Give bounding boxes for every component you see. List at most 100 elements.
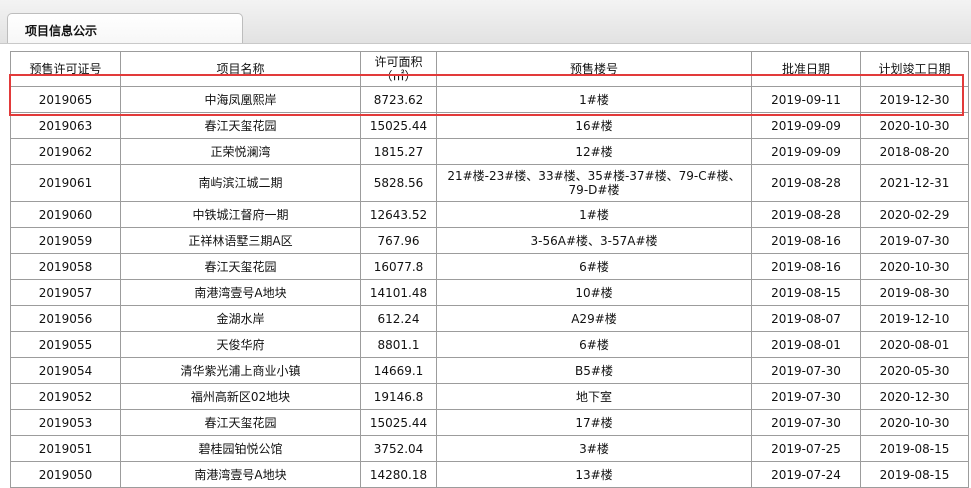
cell-project-name[interactable]: 碧桂园铂悦公馆 <box>120 435 361 462</box>
cell-area: 1815.27 <box>360 138 437 165</box>
cell-permit-no: 2019065 <box>10 86 121 113</box>
cell-buildings: 6#楼 <box>436 253 752 280</box>
cell-completion-date: 2019-12-10 <box>860 305 969 332</box>
table-row[interactable]: 2019056 金湖水岸 612.24 A29#楼 2019-08-07 201… <box>10 305 969 332</box>
table-row[interactable]: 2019057 南港湾壹号A地块 14101.48 10#楼 2019-08-1… <box>10 279 969 306</box>
header-area[interactable]: 许可面积 （㎡） <box>360 51 437 87</box>
cell-permit-no: 2019054 <box>10 357 121 384</box>
table-row[interactable]: 2019050 南港湾壹号A地块 14280.18 13#楼 2019-07-2… <box>10 461 969 488</box>
table-row[interactable]: 2019053 春江天玺花园 15025.44 17#楼 2019-07-30 … <box>10 409 969 436</box>
cell-permit-no: 2019050 <box>10 461 121 488</box>
header-buildings[interactable]: 预售楼号 <box>436 51 752 87</box>
cell-project-name[interactable]: 春江天玺花园 <box>120 112 361 139</box>
cell-area: 14280.18 <box>360 461 437 488</box>
cell-buildings: 12#楼 <box>436 138 752 165</box>
cell-project-name[interactable]: 南港湾壹号A地块 <box>120 461 361 488</box>
cell-area: 612.24 <box>360 305 437 332</box>
table-row[interactable]: 2019052 福州高新区02地块 19146.8 地下室 2019-07-30… <box>10 383 969 410</box>
cell-permit-no: 2019063 <box>10 112 121 139</box>
cell-area: 3752.04 <box>360 435 437 462</box>
header-permit-no[interactable]: 预售许可证号 <box>10 51 121 87</box>
presale-permit-table: 预售许可证号 项目名称 许可面积 （㎡） 预售楼号 批准日期 计划竣工日期 20… <box>10 51 969 488</box>
cell-completion-date: 2020-10-30 <box>860 409 969 436</box>
cell-project-name[interactable]: 福州高新区02地块 <box>120 383 361 410</box>
cell-permit-no: 2019058 <box>10 253 121 280</box>
cell-completion-date: 2019-08-30 <box>860 279 969 306</box>
table-row[interactable]: 2019051 碧桂园铂悦公馆 3752.04 3#楼 2019-07-25 2… <box>10 435 969 462</box>
header-completion-date[interactable]: 计划竣工日期 <box>860 51 969 87</box>
cell-completion-date: 2019-07-30 <box>860 227 969 254</box>
cell-area: 19146.8 <box>360 383 437 410</box>
cell-buildings: 17#楼 <box>436 409 752 436</box>
cell-area: 14669.1 <box>360 357 437 384</box>
cell-project-name[interactable]: 南屿滨江城二期 <box>120 164 361 202</box>
cell-permit-no: 2019056 <box>10 305 121 332</box>
table-row[interactable]: 2019060 中铁城江督府一期 12643.52 1#楼 2019-08-28… <box>10 201 969 228</box>
cell-project-name[interactable]: 中铁城江督府一期 <box>120 201 361 228</box>
cell-buildings: 地下室 <box>436 383 752 410</box>
cell-project-name[interactable]: 清华紫光浦上商业小镇 <box>120 357 361 384</box>
cell-completion-date: 2020-02-29 <box>860 201 969 228</box>
cell-completion-date: 2020-05-30 <box>860 357 969 384</box>
cell-buildings: 3#楼 <box>436 435 752 462</box>
cell-buildings: 10#楼 <box>436 279 752 306</box>
cell-area: 8723.62 <box>360 86 437 113</box>
cell-approval-date: 2019-07-30 <box>751 383 861 410</box>
table-row[interactable]: 2019059 正祥林语墅三期A区 767.96 3-56A#楼、3-57A#楼… <box>10 227 969 254</box>
cell-project-name[interactable]: 中海凤凰熙岸 <box>120 86 361 113</box>
cell-completion-date: 2021-12-31 <box>860 164 969 202</box>
tab-project-info-label: 项目信息公示 <box>25 24 98 38</box>
cell-approval-date: 2019-08-28 <box>751 201 861 228</box>
cell-project-name[interactable]: 金湖水岸 <box>120 305 361 332</box>
cell-permit-no: 2019059 <box>10 227 121 254</box>
cell-approval-date: 2019-08-16 <box>751 253 861 280</box>
cell-project-name[interactable]: 天俊华府 <box>120 331 361 358</box>
table-row[interactable]: 2019061 南屿滨江城二期 5828.56 21#楼-23#楼、33#楼、3… <box>10 164 969 202</box>
cell-approval-date: 2019-07-30 <box>751 357 861 384</box>
cell-approval-date: 2019-09-09 <box>751 138 861 165</box>
cell-approval-date: 2019-08-28 <box>751 164 861 202</box>
table-row[interactable]: 2019058 春江天玺花园 16077.8 6#楼 2019-08-16 20… <box>10 253 969 280</box>
cell-permit-no: 2019061 <box>10 164 121 202</box>
cell-permit-no: 2019055 <box>10 331 121 358</box>
cell-project-name[interactable]: 正祥林语墅三期A区 <box>120 227 361 254</box>
table-row[interactable]: 2019062 正荣悦澜湾 1815.27 12#楼 2019-09-09 20… <box>10 138 969 165</box>
cell-buildings: 1#楼 <box>436 86 752 113</box>
cell-project-name[interactable]: 春江天玺花园 <box>120 409 361 436</box>
project-info-panel: 项目信息公示 预售许可证号 项目名称 许可面积 （㎡） 预售楼号 批准日期 计划… <box>0 0 971 488</box>
cell-area: 16077.8 <box>360 253 437 280</box>
cell-area: 5828.56 <box>360 164 437 202</box>
cell-approval-date: 2019-08-01 <box>751 331 861 358</box>
cell-completion-date: 2020-12-30 <box>860 383 969 410</box>
cell-completion-date: 2020-10-30 <box>860 253 969 280</box>
table-row[interactable]: 2019063 春江天玺花园 15025.44 16#楼 2019-09-09 … <box>10 112 969 139</box>
cell-project-name[interactable]: 春江天玺花园 <box>120 253 361 280</box>
table-header-row: 预售许可证号 项目名称 许可面积 （㎡） 预售楼号 批准日期 计划竣工日期 <box>10 51 969 87</box>
cell-area: 14101.48 <box>360 279 437 306</box>
cell-completion-date: 2019-08-15 <box>860 461 969 488</box>
header-project-name[interactable]: 项目名称 <box>120 51 361 87</box>
cell-permit-no: 2019062 <box>10 138 121 165</box>
cell-buildings: 16#楼 <box>436 112 752 139</box>
cell-permit-no: 2019053 <box>10 409 121 436</box>
cell-buildings: 1#楼 <box>436 201 752 228</box>
cell-permit-no: 2019051 <box>10 435 121 462</box>
cell-project-name[interactable]: 南港湾壹号A地块 <box>120 279 361 306</box>
header-area-line1: 许可面积 <box>374 55 423 69</box>
cell-area: 15025.44 <box>360 112 437 139</box>
cell-project-name[interactable]: 正荣悦澜湾 <box>120 138 361 165</box>
cell-completion-date: 2019-08-15 <box>860 435 969 462</box>
table-row[interactable]: 2019065 中海凤凰熙岸 8723.62 1#楼 2019-09-11 20… <box>10 86 969 113</box>
table-row[interactable]: 2019055 天俊华府 8801.1 6#楼 2019-08-01 2020-… <box>10 331 969 358</box>
cell-area: 15025.44 <box>360 409 437 436</box>
cell-approval-date: 2019-07-30 <box>751 409 861 436</box>
cell-buildings: 3-56A#楼、3-57A#楼 <box>436 227 752 254</box>
cell-area: 12643.52 <box>360 201 437 228</box>
cell-buildings: A29#楼 <box>436 305 752 332</box>
cell-buildings: B5#楼 <box>436 357 752 384</box>
tab-project-info[interactable]: 项目信息公示 <box>7 13 243 43</box>
header-approval-date[interactable]: 批准日期 <box>751 51 861 87</box>
table-row[interactable]: 2019054 清华紫光浦上商业小镇 14669.1 B5#楼 2019-07-… <box>10 357 969 384</box>
cell-permit-no: 2019052 <box>10 383 121 410</box>
cell-completion-date: 2020-10-30 <box>860 112 969 139</box>
